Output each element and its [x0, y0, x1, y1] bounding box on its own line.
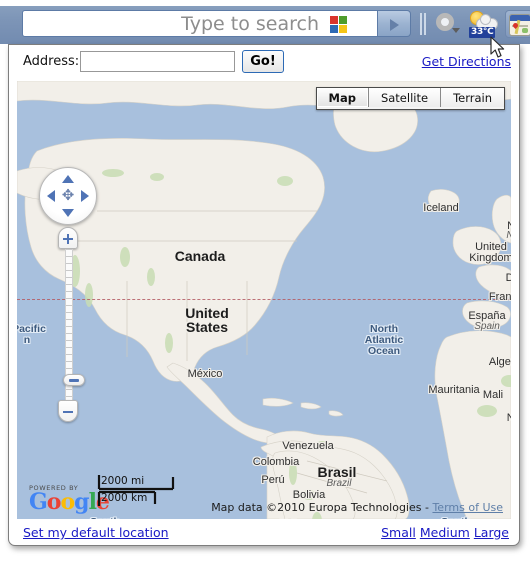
map-landmass-shapes	[17, 81, 511, 519]
browser-toolbar: Type to search 33°C	[0, 0, 530, 44]
panel-bottom-bar: Set my default location Small Medium Large	[9, 519, 519, 545]
go-button[interactable]: Go!	[242, 50, 284, 73]
four-color-squares-icon	[330, 16, 347, 33]
address-label: Address:	[23, 54, 80, 69]
map-type-satellite[interactable]: Satellite	[368, 88, 442, 107]
map-app-icon[interactable]	[505, 10, 530, 38]
pan-hand-icon[interactable]: ✥	[58, 186, 78, 206]
map-scale-bar: 2000 mi 2000 km	[97, 473, 197, 509]
pan-control[interactable]: ✥	[39, 167, 97, 225]
sun-behind-cloud-icon[interactable]: 33°C	[468, 11, 502, 38]
equator-line	[17, 299, 511, 300]
terms-of-use-link[interactable]: Terms of Use	[432, 501, 503, 514]
map-type-map[interactable]: Map	[316, 88, 369, 107]
pan-down-arrow-icon[interactable]	[62, 209, 74, 217]
address-bar-row: Address: Go! Get Directions	[9, 45, 519, 81]
attribution-text: Map data ©2010 Europa Technologies -	[211, 501, 433, 514]
search-go-button[interactable]	[378, 10, 411, 37]
map-canvas[interactable]: Map Satellite Terrain ✥ Canada United St…	[17, 81, 511, 519]
search-input[interactable]: Type to search	[22, 10, 378, 37]
toolbar-content: Type to search 33°C	[22, 10, 530, 38]
zoom-control[interactable]	[58, 227, 85, 422]
weather-temperature-badge: 33°C	[469, 27, 496, 38]
set-default-location-link[interactable]: Set my default location	[23, 525, 169, 540]
search-ring-icon[interactable]	[434, 11, 460, 37]
address-input[interactable]	[80, 51, 235, 72]
toolbar-separator	[420, 13, 426, 35]
map-size-small[interactable]: Small	[381, 525, 416, 540]
map-size-medium[interactable]: Medium	[420, 525, 470, 540]
app-root: Type to search 33°C Address: Go! Get Dir…	[0, 0, 530, 563]
zoom-out-button[interactable]	[58, 400, 78, 422]
search-placeholder-text: Type to search	[181, 13, 319, 35]
zoom-slider-thumb[interactable]	[63, 374, 85, 386]
map-size-links: Small Medium Large	[377, 525, 509, 540]
get-directions-link[interactable]: Get Directions	[422, 54, 511, 69]
pan-right-arrow-icon[interactable]	[81, 190, 89, 202]
zoom-slider-track[interactable]	[63, 249, 85, 400]
maps-popup-panel: Address: Go! Get Directions Map Satellit…	[8, 44, 520, 546]
map-attribution: Map data ©2010 Europa Technologies - Ter…	[211, 501, 503, 514]
map-size-large[interactable]: Large	[474, 525, 509, 540]
toolbar-top-edge	[0, 0, 530, 6]
pan-left-arrow-icon[interactable]	[47, 190, 55, 202]
scale-miles-label: 2000 mi	[101, 475, 145, 487]
pan-up-arrow-icon[interactable]	[62, 175, 74, 183]
map-type-selector[interactable]: Map Satellite Terrain	[315, 87, 505, 110]
scale-km-label: 2000 km	[101, 492, 148, 504]
map-type-terrain[interactable]: Terrain	[441, 88, 504, 107]
zoom-in-button[interactable]	[58, 227, 78, 249]
